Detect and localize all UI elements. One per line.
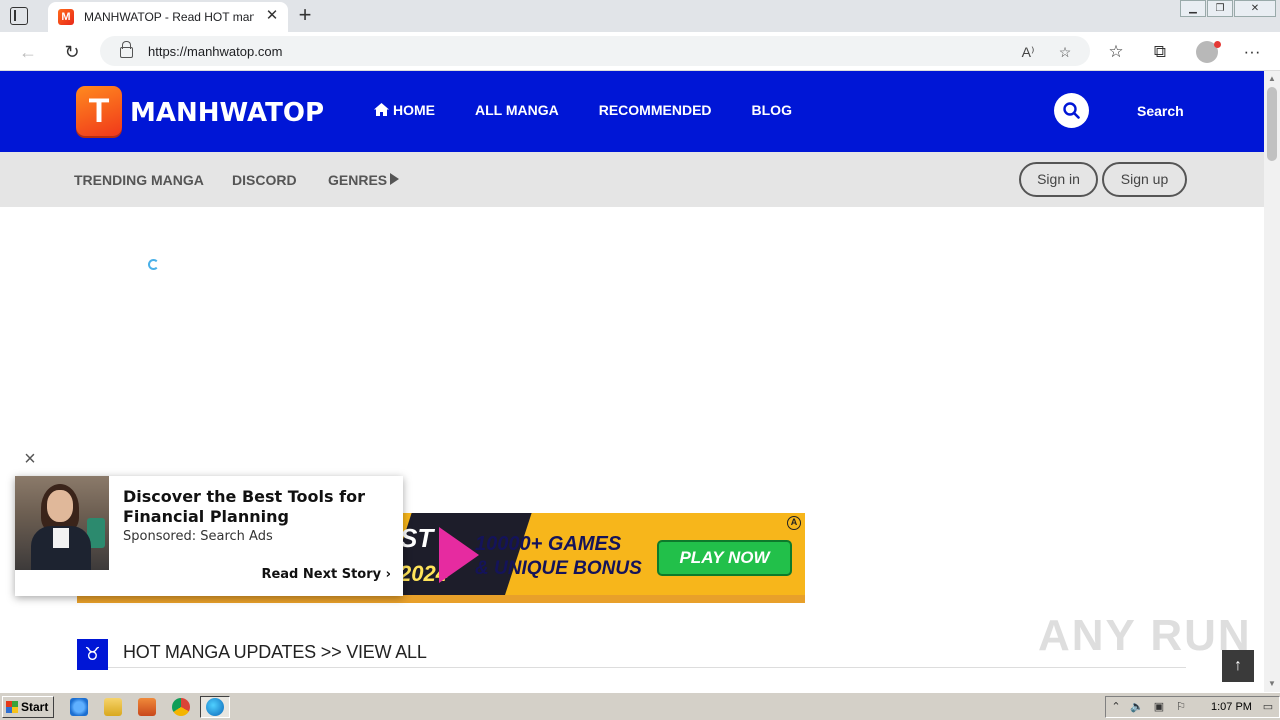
show-desktop-icon[interactable]: ▭ <box>1261 700 1275 714</box>
medal-icon: ♉ <box>77 639 108 670</box>
search-label[interactable]: Search <box>1137 103 1184 119</box>
sign-up-button[interactable]: Sign up <box>1102 162 1187 197</box>
folder-icon[interactable] <box>104 698 122 716</box>
media-player-icon[interactable] <box>138 698 156 716</box>
sub-nav: TRENDING MANGA DISCORD GENRES Sign in Si… <box>0 152 1264 207</box>
system-tray: ⌃ 🔈 ▣ ⚐ 1:07 PM ▭ <box>1105 696 1280 718</box>
popup-thumb-face <box>47 490 73 522</box>
network-icon[interactable]: ▣ <box>1152 700 1166 714</box>
page-scrollbar[interactable]: ▲ ▼ <box>1264 71 1280 692</box>
subnav-discord[interactable]: DISCORD <box>232 172 297 188</box>
flag-icon[interactable]: ⚐ <box>1174 700 1188 714</box>
restore-icon[interactable]: ❐ <box>1207 0 1233 17</box>
window-close-icon[interactable]: ✕ <box>1234 0 1276 17</box>
popup-title[interactable]: Discover the Best Tools for Financial Pl… <box>123 487 383 527</box>
taskbar-edge-active[interactable] <box>200 696 230 718</box>
lock-icon[interactable] <box>120 41 133 58</box>
caret-right-icon[interactable] <box>390 173 399 185</box>
back-icon[interactable]: ← <box>16 40 40 64</box>
minimize-icon[interactable]: ▁ <box>1180 0 1206 17</box>
address-toolbar: ← ↻ https://manhwatop.com A⁾ ☆ ☆ ⧉ ··· <box>0 32 1280 71</box>
ad-subheadline: & UNIQUE BONUS <box>475 558 642 579</box>
nav-home-label: HOME <box>393 102 435 118</box>
start-label: Start <box>21 700 49 714</box>
search-button[interactable] <box>1054 93 1089 128</box>
new-tab-icon[interactable]: + <box>294 4 316 27</box>
clock[interactable]: 1:07 PM <box>1211 701 1252 713</box>
popup-thumb-shirt <box>53 528 69 548</box>
reload-icon[interactable]: ↻ <box>60 40 84 64</box>
read-aloud-icon[interactable]: A⁾ <box>1018 42 1038 62</box>
url-bar[interactable]: https://manhwatop.com A⁾ ☆ <box>100 36 1090 66</box>
favicon-icon: M <box>58 9 74 25</box>
tray-expand-icon[interactable]: ⌃ <box>1109 700 1123 714</box>
add-favorite-icon[interactable]: ☆ <box>1055 42 1075 62</box>
volume-icon[interactable]: 🔈 <box>1130 700 1144 714</box>
web-page: T MANHWATOP HOME ALL MANGA RECOMMENDED B… <box>0 71 1264 692</box>
nav-all-manga[interactable]: ALL MANGA <box>475 102 559 118</box>
profile-avatar[interactable] <box>1196 41 1221 63</box>
loading-spinner-icon <box>148 259 159 270</box>
watermark: ANY RUN <box>1038 611 1252 660</box>
nav-recommended[interactable]: RECOMMENDED <box>599 102 712 118</box>
logo-icon[interactable]: T <box>76 86 122 136</box>
popup-thumbnail[interactable] <box>15 476 109 570</box>
scroll-to-top-button[interactable]: ↑ <box>1222 650 1254 682</box>
sign-in-button[interactable]: Sign in <box>1019 162 1098 197</box>
window-controls: ▁ ❐ ✕ <box>1179 0 1276 18</box>
scroll-thumb[interactable] <box>1267 87 1277 161</box>
edge-icon <box>206 698 224 716</box>
start-button[interactable]: Start <box>2 696 54 718</box>
favorites-icon[interactable]: ☆ <box>1104 40 1128 64</box>
scroll-up-icon[interactable]: ▲ <box>1267 74 1277 84</box>
main-nav: HOME ALL MANGA RECOMMENDED BLOG <box>374 102 832 118</box>
taskbar: Start ⌃ 🔈 ▣ ⚐ 1:07 PM ▭ <box>0 692 1280 720</box>
nav-home[interactable]: HOME <box>374 102 435 118</box>
browser-tab[interactable]: M MANHWATOP - Read HOT manga ✕ <box>48 2 288 32</box>
subnav-genres[interactable]: GENRES <box>328 172 387 188</box>
nav-blog[interactable]: BLOG <box>752 102 792 118</box>
windows-logo-icon <box>6 701 18 713</box>
ad-bottom-stripe <box>77 595 805 603</box>
search-icon <box>1063 102 1080 119</box>
popup-sponsor: Sponsored: Search Ads <box>123 529 273 544</box>
collections-icon[interactable]: ⧉ <box>1148 40 1172 64</box>
site-header: T MANHWATOP HOME ALL MANGA RECOMMENDED B… <box>0 71 1264 152</box>
ad-arrow-shape <box>439 527 479 583</box>
url-text[interactable]: https://manhwatop.com <box>148 44 282 59</box>
logo-text[interactable]: MANHWATOP <box>130 98 324 128</box>
tab-actions-icon[interactable] <box>10 7 28 25</box>
read-next-story-link[interactable]: Read Next Story › <box>261 567 391 582</box>
section-divider <box>108 667 1186 668</box>
adchoices-icon[interactable]: A <box>787 516 801 530</box>
ad-fragment-text: ST <box>400 523 434 553</box>
section-title[interactable]: HOT MANGA UPDATES >> VIEW ALL <box>123 642 427 663</box>
ad-play-now-button[interactable]: PLAY NOW <box>657 540 792 576</box>
subnav-trending-manga[interactable]: TRENDING MANGA <box>74 172 204 188</box>
browser-tab-bar: M MANHWATOP - Read HOT manga ✕ + ▁ ❐ ✕ <box>0 0 1280 32</box>
home-icon <box>374 103 389 116</box>
chrome-icon[interactable] <box>172 698 190 716</box>
popup-close-icon[interactable]: × <box>22 449 38 469</box>
tab-title: MANHWATOP - Read HOT manga <box>84 10 254 24</box>
scroll-down-icon[interactable]: ▼ <box>1267 679 1277 689</box>
sponsored-popup[interactable]: Discover the Best Tools for Financial Pl… <box>15 476 403 596</box>
tab-close-icon[interactable]: ✕ <box>264 8 280 24</box>
more-menu-icon[interactable]: ··· <box>1240 40 1264 64</box>
ad-headline: 10000+ GAMES <box>475 533 622 555</box>
read-next-label: Read Next Story <box>261 567 382 582</box>
ie-icon[interactable] <box>70 698 88 716</box>
